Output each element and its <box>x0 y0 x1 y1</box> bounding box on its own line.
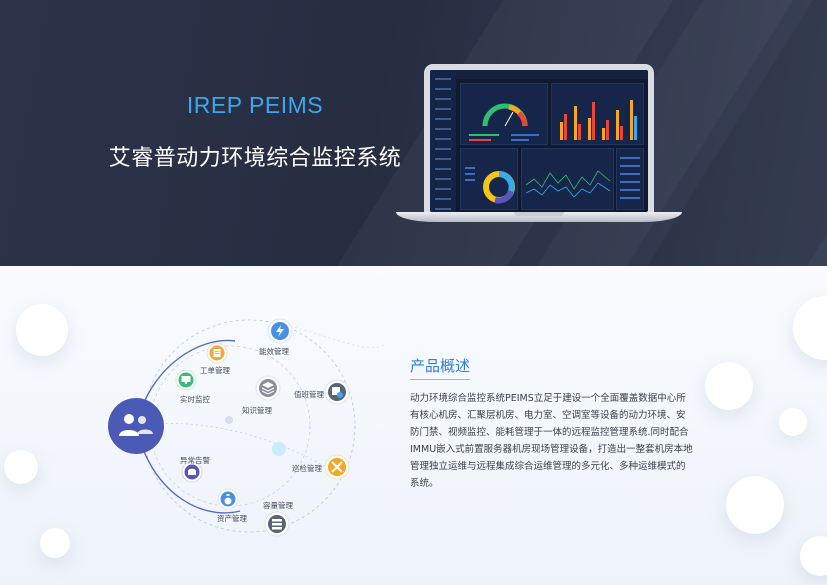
calendar-clock-icon <box>324 379 350 405</box>
hero-banner: IREP PEIMS 艾睿普动力环境综合监控系统 <box>0 0 827 266</box>
decor-bubble <box>793 296 827 360</box>
bar-chart-graphic <box>560 100 637 140</box>
node-label-realtime: 实时监控 <box>180 395 210 404</box>
dashboard-sidebar <box>430 70 456 212</box>
line-chart-graphic <box>525 170 611 198</box>
node-label-alarm: 异常告警 <box>180 456 210 465</box>
tools-icon <box>324 454 350 480</box>
node-label-workorder: 工单管理 <box>200 366 230 375</box>
orbit-diagram <box>108 318 386 537</box>
laptop-lid <box>424 64 654 214</box>
laptop-base <box>396 212 682 222</box>
line-chart-panel <box>521 148 614 210</box>
monitor-icon <box>175 369 197 391</box>
node-label-capacity: 容量管理 <box>263 501 293 510</box>
product-code-title: IREP PEIMS <box>186 92 324 118</box>
decor-bubble <box>705 362 753 410</box>
list-graphic <box>620 157 640 199</box>
decor-bubble <box>726 476 784 534</box>
bar-chart-panel <box>551 83 644 145</box>
donut-graphic <box>465 167 515 204</box>
lightning-icon <box>267 318 293 344</box>
center-node <box>108 398 164 454</box>
decor-bubble <box>800 536 827 576</box>
orbit-dot <box>272 442 286 456</box>
product-name-title: 艾睿普动力环境综合监控系统 <box>108 146 402 171</box>
list-panel <box>616 148 644 210</box>
document-icon <box>206 342 228 364</box>
orbit-dot <box>225 416 233 424</box>
donut-panel <box>460 148 518 210</box>
node-label-knowledge: 知识管理 <box>242 406 272 415</box>
money-bag-icon <box>217 488 239 510</box>
overview-paragraph: 动力环境综合监控系统PEIMS立足于建设一个全面覆盖数据中心所有核心机房、汇聚层… <box>410 393 693 489</box>
gauge-panel <box>460 83 548 145</box>
decor-bubble <box>779 408 807 436</box>
product-overview-section: 能效管理 工单管理 实时监控 知识管理 值班管理 异常告警 巡检管理 资产管理 … <box>0 266 827 585</box>
overview-heading: 产品概述 <box>410 357 471 375</box>
node-label-energy: 能效管理 <box>259 347 289 356</box>
dashboard-topbar <box>456 70 648 79</box>
node-label-asset: 资产管理 <box>217 514 247 523</box>
node-label-inspection: 巡检管理 <box>292 464 322 473</box>
server-icon <box>264 511 290 537</box>
dashboard-screenshot <box>430 70 648 212</box>
heading-underline <box>410 379 470 380</box>
node-label-duty: 值班管理 <box>294 390 324 399</box>
layers-icon <box>255 375 281 401</box>
gauge-graphic <box>469 103 539 141</box>
laptop-mockup <box>396 64 682 224</box>
